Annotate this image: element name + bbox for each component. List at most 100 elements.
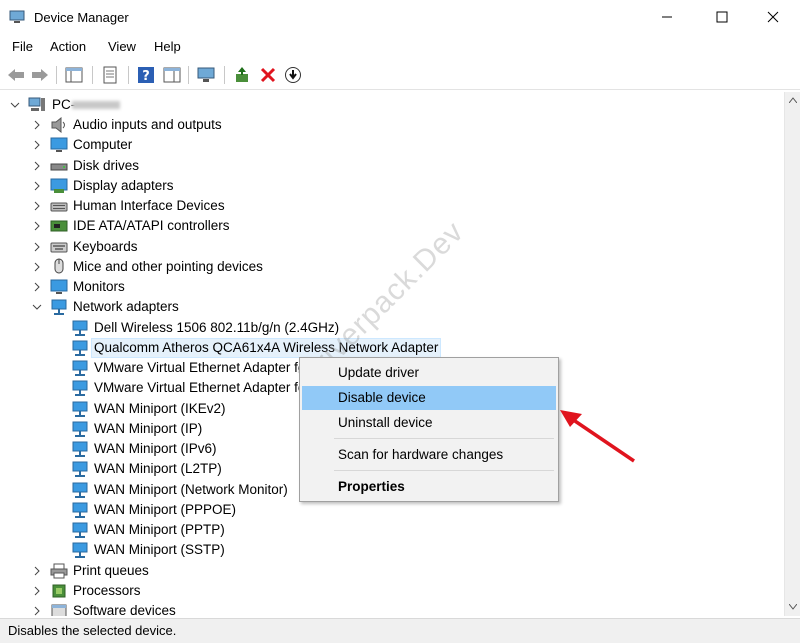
network-adapter-item[interactable]: WAN Miniport (PPTP) <box>0 520 300 540</box>
tree-category[interactable]: Human Interface Devices <box>0 196 300 216</box>
menu-separator <box>334 438 554 439</box>
minimize-icon <box>662 16 672 18</box>
update-driver-button[interactable] <box>232 65 252 85</box>
scroll-down-button[interactable] <box>785 599 800 615</box>
chevron-right-icon <box>34 140 40 150</box>
annotation-arrow-icon <box>560 410 635 463</box>
network-adapter-item[interactable]: WAN Miniport (IKEv2) <box>0 399 300 419</box>
category-label: Display adapters <box>73 178 174 193</box>
computer-icon <box>28 97 45 111</box>
scan-hardware-menu-item[interactable]: Scan for hardware changes <box>302 443 556 467</box>
toolbar-separator <box>128 66 129 84</box>
device-tree: PC- Audio inputs and outputs Computer Di… <box>0 92 784 616</box>
device-manager-icon <box>9 10 25 23</box>
tree-category[interactable]: Computer <box>0 135 300 155</box>
network-adapter-item[interactable]: WAN Miniport (SSTP) <box>0 540 300 560</box>
network-adapter-item[interactable]: WAN Miniport (L2TP) <box>0 459 300 479</box>
printer-icon <box>50 563 68 579</box>
menu-file[interactable]: File <box>12 39 33 54</box>
category-label: Audio inputs and outputs <box>73 117 222 132</box>
adapter-label: Dell Wireless 1506 802.11b/g/n (2.4GHz) <box>94 320 340 335</box>
network-adapter-item[interactable]: WAN Miniport (IP) <box>0 419 300 439</box>
uninstall-device-button[interactable] <box>258 65 278 85</box>
chevron-down-icon <box>32 304 42 310</box>
properties-toolbar-button[interactable] <box>100 65 120 85</box>
adapter-label: WAN Miniport (Network Monitor) <box>94 482 288 497</box>
tree-category[interactable]: Monitors <box>0 277 300 297</box>
menu-item-label: Update driver <box>338 365 420 380</box>
back-button[interactable] <box>6 65 26 85</box>
network-adapter-item[interactable]: WAN Miniport (IPv6) <box>0 439 300 459</box>
disable-device-button[interactable] <box>283 65 303 85</box>
update-driver-menu-item[interactable]: Update driver <box>302 361 556 385</box>
hid-icon <box>50 202 68 212</box>
tree-category[interactable]: Mice and other pointing devices <box>0 257 300 277</box>
uninstall-device-menu-item[interactable]: Uninstall device <box>302 411 556 435</box>
network-adapter-icon <box>72 482 88 498</box>
network-adapter-icon <box>72 542 88 558</box>
show-hide-console-tree-button[interactable] <box>64 65 84 85</box>
scan-hardware-button[interactable] <box>196 65 216 85</box>
network-adapter-item[interactable]: WAN Miniport (Network Monitor) <box>0 480 300 500</box>
maximize-icon <box>716 11 728 23</box>
tree-category-network-adapters[interactable]: Network adapters <box>0 297 300 317</box>
toolbar-separator <box>92 66 93 84</box>
forward-arrow-icon <box>32 69 48 81</box>
tree-category[interactable]: Software devices <box>0 601 300 616</box>
tree-category[interactable]: Processors <box>0 581 300 601</box>
keyboard-icon <box>50 242 68 253</box>
category-label: Disk drives <box>73 158 140 173</box>
tree-root[interactable]: PC- <box>0 95 300 115</box>
console-tree-icon <box>65 67 83 83</box>
category-label: Monitors <box>73 279 125 294</box>
menu-action[interactable]: Action <box>50 39 86 54</box>
chevron-right-icon <box>34 282 40 292</box>
status-text: Disables the selected device. <box>8 623 177 638</box>
scroll-up-button[interactable] <box>785 92 800 108</box>
category-label: Human Interface Devices <box>73 198 225 213</box>
svg-text:?: ? <box>142 69 150 84</box>
tree-category[interactable]: Print queues <box>0 561 300 581</box>
help-button[interactable]: ? <box>136 65 156 85</box>
network-adapter-item[interactable]: VMware Virtual Ethernet Adapter fo <box>0 378 305 398</box>
monitor-icon <box>50 137 68 152</box>
network-adapter-item[interactable]: Dell Wireless 1506 802.11b/g/n (2.4GHz) <box>0 318 360 338</box>
tree-category[interactable]: Disk drives <box>0 156 300 176</box>
menu-item-label: Scan for hardware changes <box>338 447 504 462</box>
chevron-right-icon <box>34 586 40 596</box>
menu-view[interactable]: View <box>108 39 136 54</box>
adapter-label: Qualcomm Atheros QCA61x4A Wireless Netwo… <box>90 338 442 358</box>
title-bar: Device Manager <box>0 0 800 34</box>
action-pane-icon <box>163 67 181 83</box>
network-adapter-item[interactable]: VMware Virtual Ethernet Adapter fo <box>0 358 305 378</box>
tree-category[interactable]: IDE ATA/ATAPI controllers <box>0 216 300 236</box>
adapter-label: VMware Virtual Ethernet Adapter fo <box>94 360 306 375</box>
network-adapter-icon <box>51 299 67 315</box>
disable-device-menu-item[interactable]: Disable device <box>302 386 556 410</box>
menu-item-label: Uninstall device <box>338 415 433 430</box>
forward-button[interactable] <box>30 65 50 85</box>
toolbar-separator <box>224 66 225 84</box>
network-adapter-item-selected[interactable]: Qualcomm Atheros QCA61x4A Wireless Netwo… <box>0 338 460 358</box>
scroll-down-icon <box>789 604 797 610</box>
ide-controller-icon <box>50 220 68 232</box>
processor-icon <box>52 584 66 598</box>
adapter-label: WAN Miniport (IKEv2) <box>94 401 226 416</box>
red-x-icon <box>260 67 276 83</box>
chevron-right-icon <box>34 566 40 576</box>
category-label: Software devices <box>73 603 176 616</box>
network-adapter-icon <box>72 421 88 437</box>
close-button[interactable] <box>750 0 796 34</box>
vertical-scrollbar[interactable] <box>784 92 800 616</box>
minimize-button[interactable] <box>644 0 690 34</box>
properties-menu-item[interactable]: Properties <box>302 475 556 499</box>
action-pane-button[interactable] <box>162 65 182 85</box>
network-adapter-icon <box>72 522 88 538</box>
network-adapter-item[interactable]: WAN Miniport (PPPOE) <box>0 500 300 520</box>
tree-category[interactable]: Keyboards <box>0 237 300 257</box>
adapter-label: WAN Miniport (PPPOE) <box>94 502 237 517</box>
tree-category[interactable]: Audio inputs and outputs <box>0 115 300 135</box>
tree-category[interactable]: Display adapters <box>0 176 300 196</box>
menu-help[interactable]: Help <box>154 39 181 54</box>
maximize-button[interactable] <box>699 0 745 34</box>
